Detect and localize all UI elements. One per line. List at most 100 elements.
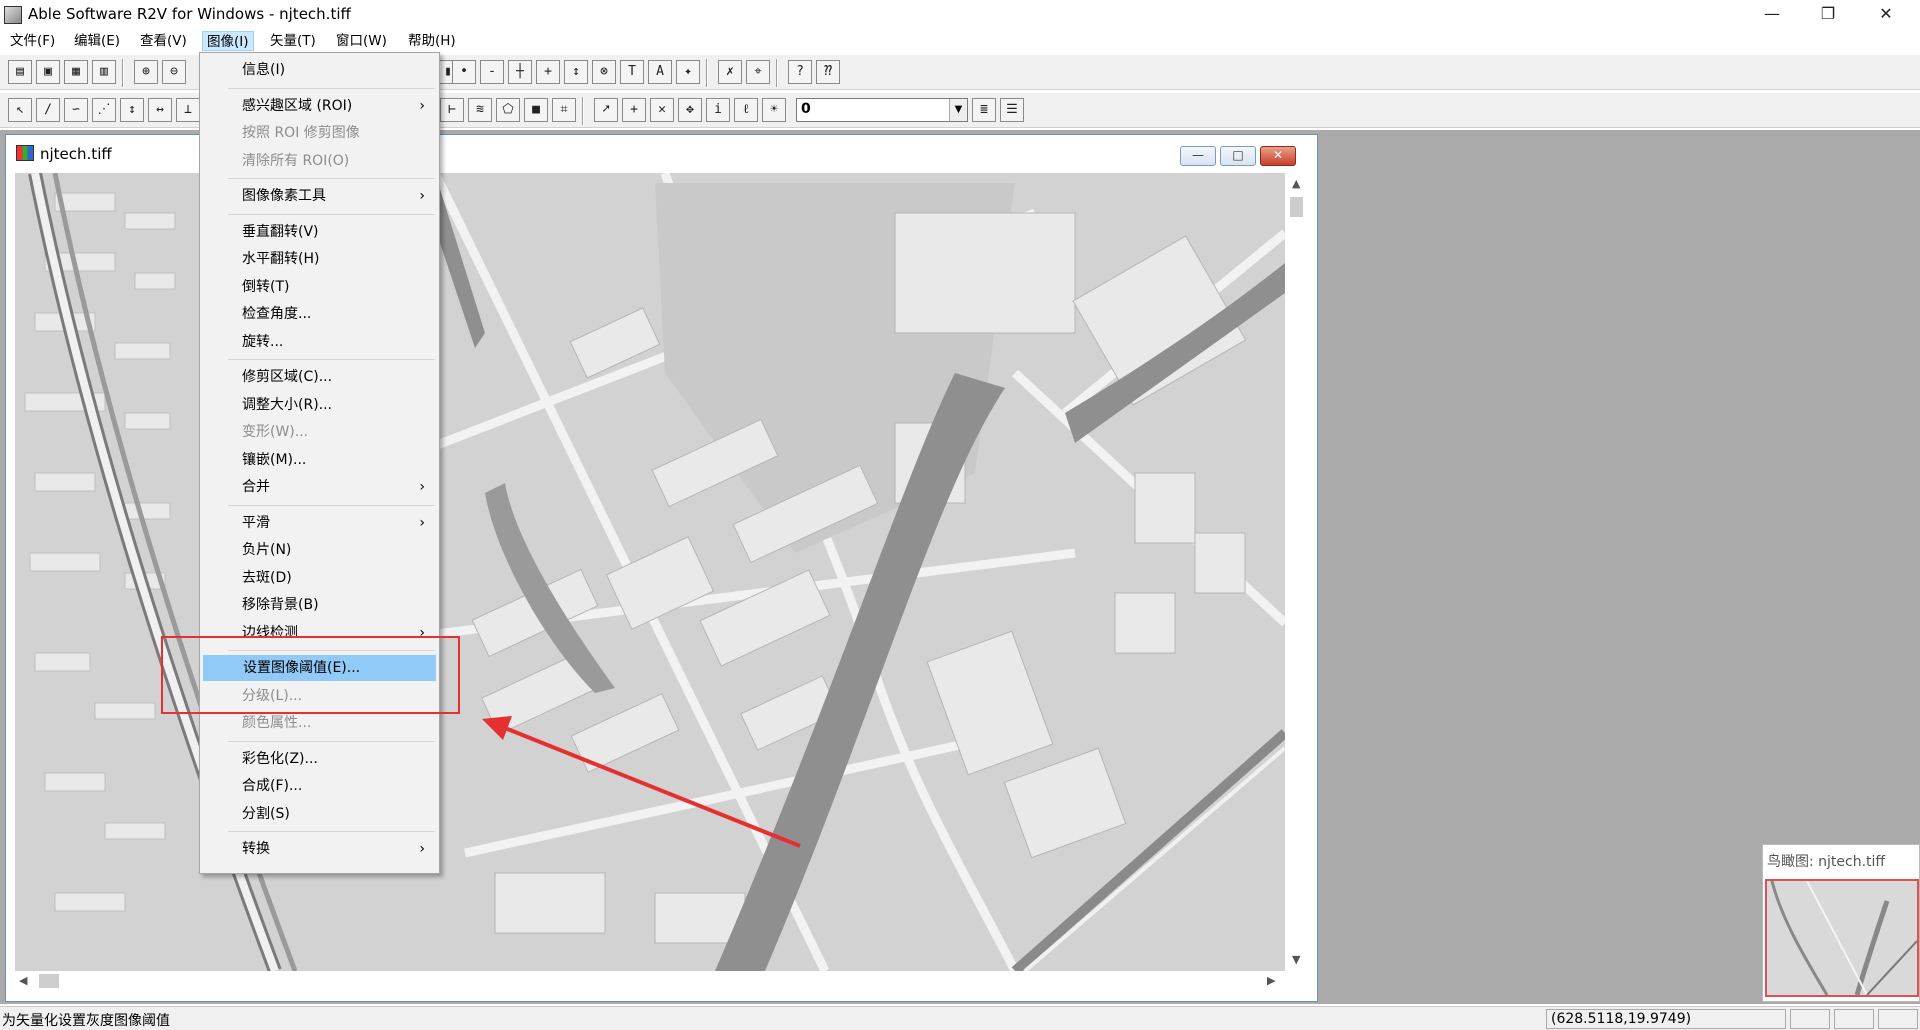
image-menu-item-label: 按照 ROI 修剪图像 (242, 125, 360, 141)
menu-image[interactable]: 图像(I) (202, 31, 254, 51)
add-point-icon[interactable]: + (622, 98, 646, 122)
line-node-icon[interactable]: - (480, 60, 504, 84)
child-maximize-button[interactable]: □ (1220, 146, 1256, 166)
scroll-right-icon[interactable]: ▶ (1267, 974, 1275, 987)
image-menu-item[interactable]: 清除所有 ROI(O) (202, 148, 437, 174)
image-menu-item[interactable]: 检查角度... (202, 301, 437, 327)
image-menu-item[interactable]: 合并 › (202, 474, 437, 500)
status-cell (1878, 1009, 1918, 1029)
polygon-tool-icon[interactable]: ⬠ (496, 98, 520, 122)
menu-window[interactable]: 窗口(W) (332, 31, 391, 51)
curve-tool-icon[interactable]: ∽ (64, 98, 88, 122)
chevron-down-icon[interactable]: ▼ (949, 99, 967, 121)
image-menu-item[interactable]: 调整大小(R)... (202, 392, 437, 418)
horizontal-scrollbar[interactable]: ◀ ▶ (15, 971, 1287, 991)
node-tool-icon[interactable]: • (452, 60, 476, 84)
child-close-button[interactable]: ✕ (1260, 146, 1296, 166)
layer-list-icon[interactable]: ≣ (972, 98, 996, 122)
scroll-down-icon[interactable]: ▼ (1292, 953, 1300, 966)
point-tool-icon[interactable]: ✦ (676, 60, 700, 84)
menu-file[interactable]: 文件(F) (6, 31, 59, 51)
image-menu-item[interactable]: 平滑 › (202, 510, 437, 536)
image-menu-item[interactable]: 修剪区域(C)... (202, 364, 437, 390)
pointer-icon[interactable]: ➚ (594, 98, 618, 122)
status-bar: 为矢量化设置灰度图像阈值 (628.5118,19.9749) (0, 1006, 1920, 1030)
close-button[interactable]: ✕ (1858, 0, 1914, 30)
image-menu-item[interactable]: 垂直翻转(V) (202, 219, 437, 245)
image-menu-item[interactable]: 合成(F)... (202, 773, 437, 799)
image-menu-item-label: 负片(N) (242, 542, 292, 558)
image-menu-item[interactable]: 水平翻转(H) (202, 246, 437, 272)
draw-line-icon[interactable]: ∕ (36, 98, 60, 122)
layer-select-value: 0 (801, 101, 811, 117)
remove-point-icon[interactable]: ✕ (650, 98, 674, 122)
image-menu-item[interactable]: 按照 ROI 修剪图像 (202, 120, 437, 146)
split-line-icon[interactable]: ┼ (508, 60, 532, 84)
overview-thumbnail[interactable] (1765, 879, 1919, 997)
image-menu-item-label: 感兴趣区域 (ROI) (242, 97, 353, 114)
text-tool-icon[interactable]: T (620, 60, 644, 84)
submenu-chevron-icon: › (419, 97, 425, 114)
menu-view[interactable]: 查看(V) (136, 31, 191, 51)
image-menu-dropdown: 信息(I) 感兴趣区域 (ROI) › 按照 ROI 修剪图像清除所有 ROI(O) 图… (199, 52, 440, 874)
delete-node-icon[interactable]: ⊗ (592, 60, 616, 84)
save-icon[interactable]: ▣ (36, 60, 60, 84)
magic-wand-icon[interactable]: ⋰ (92, 98, 116, 122)
open-project-icon[interactable]: ▦ (64, 60, 88, 84)
image-menu-item[interactable]: 转换 › (202, 836, 437, 862)
zoom-out-icon[interactable]: ⊖ (162, 60, 186, 84)
image-menu-item[interactable]: 移除背景(B) (202, 592, 437, 618)
select-tool-icon[interactable]: ↖ (8, 98, 32, 122)
layer-stack-icon[interactable]: ☰ (1000, 98, 1024, 122)
light-tool-icon[interactable]: ☀ (762, 98, 786, 122)
image-menu-item[interactable]: 变形(W)... (202, 419, 437, 445)
vertical-scrollbar[interactable]: ▲ ▼ (1287, 173, 1306, 971)
image-menu-item[interactable]: 去斑(D) (202, 565, 437, 591)
trace-tool-icon[interactable]: ⌗ (552, 98, 576, 122)
save-project-icon[interactable]: ▥ (92, 60, 116, 84)
image-menu-item[interactable]: 分割(S) (202, 801, 437, 827)
help-icon[interactable]: ? (788, 60, 812, 84)
image-window-title: njtech.tiff (40, 145, 112, 163)
segment-tool-icon[interactable]: ⊢ (440, 98, 464, 122)
image-menu-item[interactable]: 图像像素工具 › (202, 183, 437, 209)
image-menu-item[interactable]: 负片(N) (202, 537, 437, 563)
select-edit-icon[interactable]: ⌖ (746, 60, 770, 84)
context-help-icon[interactable]: ⁇ (816, 60, 840, 84)
scroll-up-icon[interactable]: ▲ (1292, 177, 1300, 190)
id-tool-icon[interactable]: i (706, 98, 730, 122)
image-menu-item-label: 转换 (242, 841, 270, 857)
minimize-button[interactable]: — (1744, 0, 1800, 30)
abc-text-icon[interactable]: A (648, 60, 672, 84)
menu-vector[interactable]: 矢量(T) (266, 31, 320, 51)
select-delete-icon[interactable]: ✗ (718, 60, 742, 84)
label-tool-icon[interactable]: ℓ (734, 98, 758, 122)
connect-tool-icon[interactable]: ⟂ (176, 98, 200, 122)
vertical-tool-icon[interactable]: ↕ (120, 98, 144, 122)
image-menu-item[interactable]: 旋转... (202, 329, 437, 355)
vertical-scroll-thumb[interactable] (1290, 197, 1303, 217)
move-node-icon[interactable]: ↕ (564, 60, 588, 84)
image-menu-item[interactable]: 感兴趣区域 (ROI) › (202, 93, 437, 119)
image-menu-item[interactable]: 信息(I) (202, 57, 437, 83)
overview-map (1767, 881, 1917, 995)
layer-select[interactable]: 0 ▼ (796, 98, 968, 122)
image-menu-item[interactable]: 彩色化(Z)... (202, 746, 437, 772)
horizontal-tool-icon[interactable]: ↔ (148, 98, 172, 122)
submenu-chevron-icon: › (419, 188, 425, 204)
contour-tool-icon[interactable]: ≋ (468, 98, 492, 122)
open-icon[interactable]: ▤ (8, 60, 32, 84)
zoom-in-icon[interactable]: ⊕ (134, 60, 158, 84)
move-point-icon[interactable]: ✥ (678, 98, 702, 122)
fill-tool-icon[interactable]: ■ (524, 98, 548, 122)
menu-edit[interactable]: 编辑(E) (70, 31, 124, 51)
restore-button[interactable]: ❐ (1800, 0, 1856, 30)
status-message: 为矢量化设置灰度图像阈值 (2, 1013, 170, 1029)
image-menu-item[interactable]: 镶嵌(M)... (202, 447, 437, 473)
child-minimize-button[interactable]: — (1180, 146, 1216, 166)
horizontal-scroll-thumb[interactable] (39, 974, 59, 988)
scroll-left-icon[interactable]: ◀ (19, 974, 27, 987)
add-node-icon[interactable]: + (536, 60, 560, 84)
menu-help[interactable]: 帮助(H) (404, 31, 460, 51)
image-menu-item[interactable]: 倒转(T) (202, 274, 437, 300)
